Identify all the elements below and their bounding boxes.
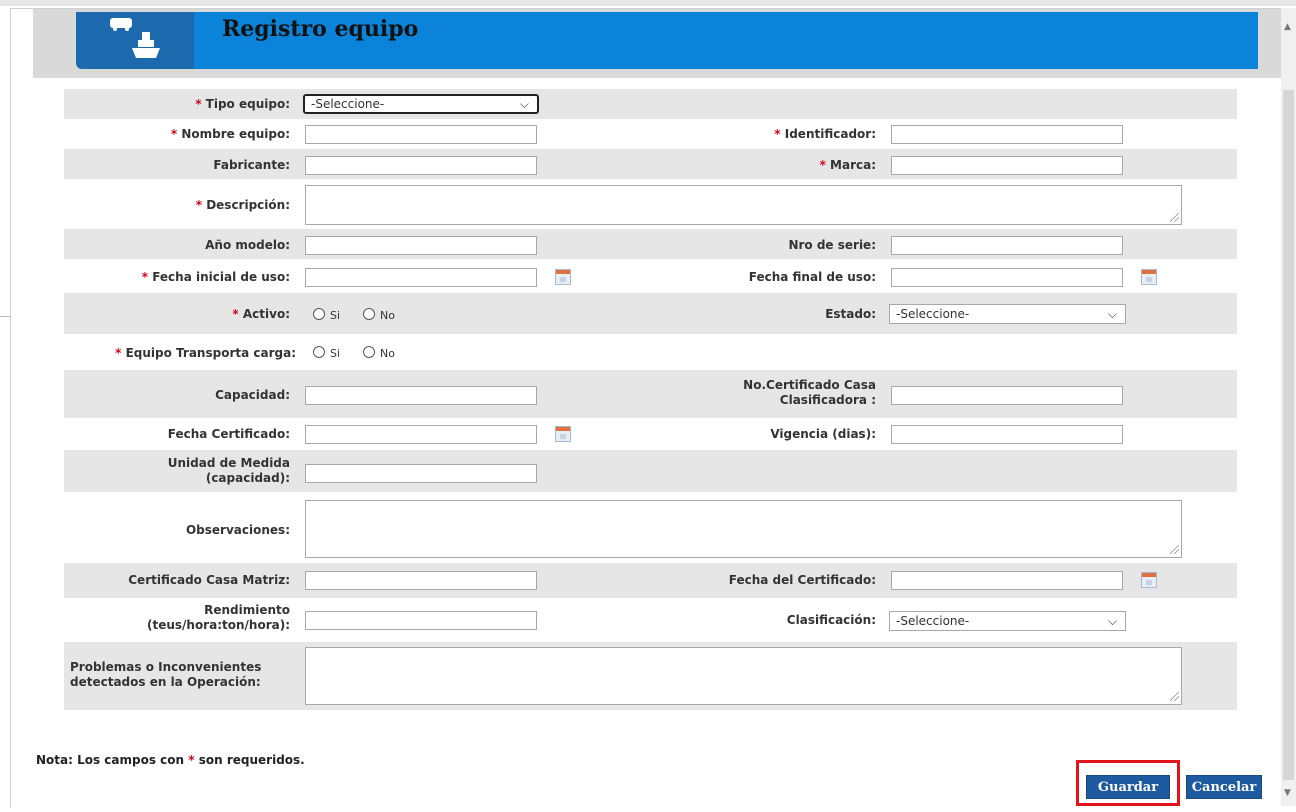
activo-si-radio[interactable] <box>313 308 325 320</box>
fecha-certificado-input[interactable] <box>305 425 537 444</box>
fabricante-label: Fabricante: <box>213 158 290 172</box>
problemas-label: Problemas o Inconvenientes detectados en … <box>70 660 262 689</box>
fecha-final-label: Fecha final de uso: <box>748 270 876 284</box>
transporta-si-label: Si <box>330 347 341 360</box>
observaciones-label: Observaciones: <box>185 523 290 537</box>
dialog-title: Registro equipo <box>222 16 419 42</box>
transporta-no-radio[interactable] <box>363 346 375 358</box>
nro-serie-label: Nro de serie: <box>788 238 876 252</box>
calendar-icon[interactable] <box>1141 572 1157 588</box>
no-certificado-input[interactable] <box>891 386 1123 405</box>
nro-serie-input[interactable] <box>891 236 1123 255</box>
transporta-si-radio[interactable] <box>313 346 325 358</box>
background-page-strip <box>0 0 1296 6</box>
clasificacion-select[interactable]: -Seleccione- ⌵ <box>889 611 1126 631</box>
scroll-thumb[interactable] <box>1283 90 1294 780</box>
calendar-icon[interactable] <box>1141 269 1157 285</box>
transporta-carga-label: * Equipo Transporta carga: <box>115 346 296 360</box>
estado-label: Estado: <box>825 307 876 321</box>
resize-grip-icon[interactable] <box>1170 213 1179 222</box>
vigencia-label: Vigencia (dias): <box>770 427 876 441</box>
marca-label: * Marca: <box>819 158 876 172</box>
rendimiento-label: Rendimiento (teus/hora:ton/hora): <box>146 603 290 632</box>
ship-icon <box>110 18 160 58</box>
ship-icon-tile <box>76 12 194 69</box>
fecha-del-certificado-input[interactable] <box>891 571 1123 590</box>
descripcion-textarea[interactable] <box>305 185 1182 225</box>
nombre-equipo-input[interactable] <box>305 125 537 144</box>
capacidad-label: Capacidad: <box>215 388 290 402</box>
fecha-inicial-label: * Fecha inicial de uso: <box>141 270 290 284</box>
anio-modelo-label: Año modelo: <box>205 238 290 252</box>
anio-modelo-input[interactable] <box>305 236 537 255</box>
activo-si-label: Si <box>330 309 341 322</box>
tipo-equipo-label: * Tipo equipo: <box>195 97 290 111</box>
no-certificado-label: No.Certificado Casa Clasificadora : <box>743 378 876 407</box>
capacidad-input[interactable] <box>305 386 537 405</box>
problemas-textarea[interactable] <box>305 647 1182 705</box>
fabricante-input[interactable] <box>305 156 537 175</box>
fecha-certificado-label: Fecha Certificado: <box>167 427 290 441</box>
fecha-inicial-input[interactable] <box>305 268 537 287</box>
calendar-icon[interactable] <box>555 269 571 285</box>
nombre-equipo-label: * Nombre equipo: <box>170 127 290 141</box>
activo-no-label: No <box>380 309 395 322</box>
certificado-casa-matriz-label: Certificado Casa Matriz: <box>128 573 290 587</box>
fecha-final-input[interactable] <box>891 268 1123 287</box>
resize-grip-icon[interactable] <box>1170 545 1179 554</box>
activo-no-radio[interactable] <box>363 308 375 320</box>
cancel-button[interactable]: Cancelar <box>1186 775 1262 799</box>
chevron-down-icon: ⌵ <box>519 97 529 111</box>
descripcion-label: * Descripción: <box>195 198 290 212</box>
save-button[interactable]: Guardar <box>1086 775 1170 799</box>
activo-label: * Activo: <box>232 307 290 321</box>
estado-select[interactable]: -Seleccione- ⌵ <box>889 304 1126 324</box>
unidad-medida-input[interactable] <box>305 464 537 483</box>
unidad-medida-label: Unidad de Medida (capacidad): <box>167 456 290 485</box>
scroll-down-icon[interactable]: ▼ <box>1284 788 1291 798</box>
transporta-no-label: No <box>380 347 395 360</box>
vertical-scrollbar[interactable]: ▲ ▼ <box>1281 8 1296 806</box>
rendimiento-input[interactable] <box>305 611 537 630</box>
marca-input[interactable] <box>891 156 1123 175</box>
calendar-icon[interactable] <box>555 426 571 442</box>
background-divider <box>0 316 10 317</box>
chevron-down-icon: ⌵ <box>1107 307 1117 321</box>
observaciones-textarea[interactable] <box>305 500 1182 558</box>
required-fields-note: Nota: Los campos con * son requeridos. <box>36 753 305 767</box>
scroll-up-icon[interactable]: ▲ <box>1284 22 1291 32</box>
identificador-label: * Identificador: <box>774 127 876 141</box>
certificado-casa-matriz-input[interactable] <box>305 571 537 590</box>
fecha-del-certificado-label: Fecha del Certificado: <box>728 573 876 587</box>
tipo-equipo-select[interactable]: -Seleccione- ⌵ <box>303 94 539 114</box>
clasificacion-label: Clasificación: <box>786 613 876 627</box>
vigencia-input[interactable] <box>891 425 1123 444</box>
chevron-down-icon: ⌵ <box>1107 614 1117 628</box>
resize-grip-icon[interactable] <box>1170 692 1179 701</box>
identificador-input[interactable] <box>891 125 1123 144</box>
